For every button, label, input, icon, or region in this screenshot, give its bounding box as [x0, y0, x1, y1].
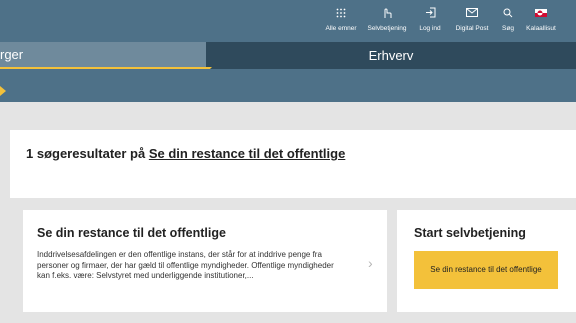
- greenland-flag-icon: [521, 2, 561, 24]
- audience-tabs: rger Erhverv: [0, 42, 576, 73]
- results-heading: 1 søgeresultater på Se din restance til …: [26, 145, 356, 163]
- grid-icon: [318, 2, 364, 24]
- self-service-panel: Start selvbetjening Se din restance til …: [397, 210, 576, 312]
- secondary-bar: [0, 69, 576, 102]
- search-result-item[interactable]: Se din restance til det offentlige Inddr…: [23, 210, 387, 312]
- tab-citizen[interactable]: rger: [0, 42, 206, 69]
- results-count-text: 1 søgeresultater på: [26, 146, 146, 161]
- nav-search[interactable]: Søg: [496, 0, 520, 42]
- login-icon: [413, 2, 447, 24]
- self-service-title: Start selvbetjening: [414, 226, 526, 240]
- top-navigation-bar: Alle emner Selvbetjening Log ind Digital…: [0, 0, 576, 42]
- pointer-hand-icon: [364, 2, 410, 24]
- tab-citizen-label: rger: [0, 47, 24, 62]
- nav-search-label: Søg: [502, 25, 514, 32]
- results-query-link[interactable]: Se din restance til det offentlige: [149, 146, 345, 161]
- nav-self-service[interactable]: Selvbetjening: [364, 0, 410, 42]
- nav-login[interactable]: Log ind: [413, 0, 447, 42]
- tab-business-label: Erhverv: [368, 48, 414, 63]
- nav-language-label: Kalaallisut: [526, 25, 556, 32]
- nav-language[interactable]: Kalaallisut: [521, 0, 561, 42]
- nav-digital-post-label: Digital Post: [455, 25, 489, 32]
- mail-icon: [450, 2, 494, 24]
- nav-all-topics-label: Alle emner: [325, 25, 357, 32]
- result-description: Inddrivelsesafdelingen er den offentlige…: [37, 250, 334, 280]
- nav-self-service-label: Selvbetjening: [367, 25, 407, 32]
- nav-all-topics[interactable]: Alle emner: [318, 0, 364, 42]
- search-results-header: 1 søgeresultater på Se din restance til …: [10, 130, 576, 198]
- start-self-service-button[interactable]: Se din restance til det offentlige: [414, 251, 558, 289]
- nav-login-label: Log ind: [419, 25, 441, 32]
- search-icon: [496, 2, 520, 24]
- tab-business[interactable]: Erhverv: [206, 42, 576, 69]
- chevron-right-icon[interactable]: ›: [368, 255, 373, 271]
- nav-digital-post[interactable]: Digital Post: [450, 0, 494, 42]
- secondary-bar-marker: [0, 86, 6, 96]
- result-title[interactable]: Se din restance til det offentlige: [37, 226, 226, 240]
